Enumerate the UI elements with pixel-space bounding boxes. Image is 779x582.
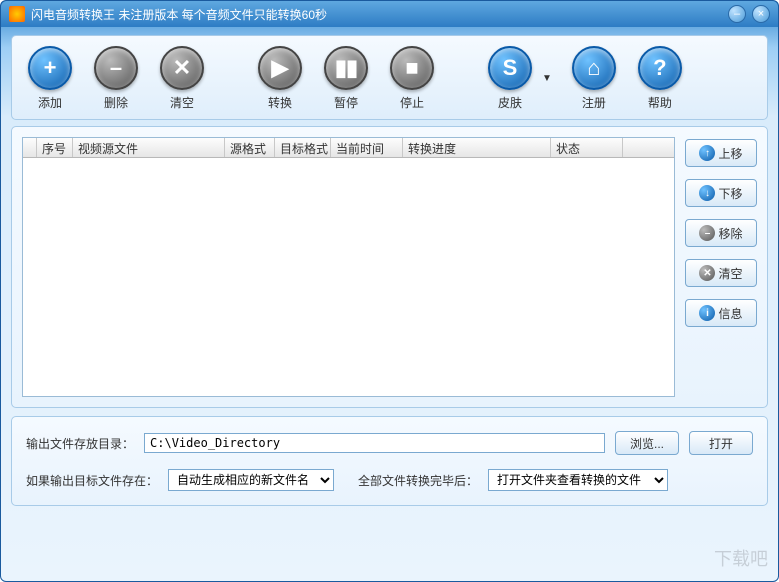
- after-select[interactable]: 打开文件夹查看转换的文件: [488, 469, 668, 491]
- stop-icon: ■: [390, 46, 434, 90]
- col-progress[interactable]: 转换进度: [403, 138, 551, 157]
- titlebar: 闪电音频转换王 未注册版本 每个音频文件只能转换60秒 – ×: [1, 1, 778, 27]
- col-srcfmt[interactable]: 源格式: [225, 138, 275, 157]
- col-status[interactable]: 状态: [551, 138, 623, 157]
- clear-list-button[interactable]: ✕ 清空: [685, 259, 757, 287]
- clear-button[interactable]: ✕ 清空: [158, 46, 206, 111]
- home-icon: ⌂: [572, 46, 616, 90]
- pause-button[interactable]: ▮▮ 暂停: [322, 46, 370, 111]
- window-controls: – ×: [728, 5, 770, 23]
- pause-icon: ▮▮: [324, 46, 368, 90]
- exists-select[interactable]: 自动生成相应的新文件名: [168, 469, 334, 491]
- skin-icon: S: [488, 46, 532, 90]
- add-button[interactable]: + 添加: [26, 46, 74, 111]
- titlebar-text: 闪电音频转换王 未注册版本 每个音频文件只能转换60秒: [31, 6, 327, 23]
- watermark: 下载吧: [714, 545, 768, 571]
- remove-button[interactable]: – 删除: [92, 46, 140, 111]
- browse-button[interactable]: 浏览...: [615, 431, 679, 455]
- stop-button[interactable]: ■ 停止: [388, 46, 436, 111]
- help-icon: ?: [638, 46, 682, 90]
- main-panel: 序号 视频源文件 源格式 目标格式 当前时间 转换进度 状态 ↑ 上移 ↓ 下移…: [11, 126, 768, 408]
- output-dir-label: 输出文件存放目录：: [26, 435, 134, 452]
- plus-icon: +: [28, 46, 72, 90]
- minimize-button[interactable]: –: [728, 5, 746, 23]
- file-table[interactable]: 序号 视频源文件 源格式 目标格式 当前时间 转换进度 状态: [22, 137, 675, 397]
- output-panel: 输出文件存放目录： 浏览... 打开 如果输出目标文件存在： 自动生成相应的新文…: [11, 416, 768, 506]
- side-buttons: ↑ 上移 ↓ 下移 – 移除 ✕ 清空 i 信息: [685, 137, 757, 397]
- x-icon: ✕: [160, 46, 204, 90]
- after-label: 全部文件转换完毕后：: [358, 472, 478, 489]
- close-button[interactable]: ×: [752, 5, 770, 23]
- table-header: 序号 视频源文件 源格式 目标格式 当前时间 转换进度 状态: [23, 138, 674, 158]
- col-blank[interactable]: [23, 138, 37, 157]
- open-button[interactable]: 打开: [689, 431, 753, 455]
- play-icon: ▶: [258, 46, 302, 90]
- info-button[interactable]: i 信息: [685, 299, 757, 327]
- info-icon: i: [699, 305, 715, 321]
- skin-button[interactable]: S 皮肤: [486, 46, 534, 111]
- x-icon: ✕: [699, 265, 715, 281]
- col-time[interactable]: 当前时间: [331, 138, 403, 157]
- remove-item-button[interactable]: – 移除: [685, 219, 757, 247]
- output-dir-row: 输出文件存放目录： 浏览... 打开: [26, 431, 753, 455]
- col-index[interactable]: 序号: [37, 138, 73, 157]
- convert-button[interactable]: ▶ 转换: [256, 46, 304, 111]
- minus-icon: –: [94, 46, 138, 90]
- options-row: 如果输出目标文件存在： 自动生成相应的新文件名 全部文件转换完毕后： 打开文件夹…: [26, 469, 753, 491]
- move-down-button[interactable]: ↓ 下移: [685, 179, 757, 207]
- skin-dropdown-arrow[interactable]: ▼: [542, 73, 552, 84]
- minus-icon: –: [699, 225, 715, 241]
- help-button[interactable]: ? 帮助: [636, 46, 684, 111]
- register-button[interactable]: ⌂ 注册: [570, 46, 618, 111]
- col-tail[interactable]: [623, 138, 674, 157]
- app-icon: [9, 6, 25, 22]
- toolbar: + 添加 – 删除 ✕ 清空 ▶ 转换 ▮▮ 暂停 ■ 停止 S 皮肤 ▼: [11, 35, 768, 120]
- col-source[interactable]: 视频源文件: [73, 138, 225, 157]
- app-window: 闪电音频转换王 未注册版本 每个音频文件只能转换60秒 – × + 添加 – 删…: [0, 0, 779, 582]
- output-dir-input[interactable]: [144, 433, 605, 453]
- arrow-up-icon: ↑: [699, 145, 715, 161]
- arrow-down-icon: ↓: [699, 185, 715, 201]
- col-dstfmt[interactable]: 目标格式: [275, 138, 331, 157]
- move-up-button[interactable]: ↑ 上移: [685, 139, 757, 167]
- exists-label: 如果输出目标文件存在：: [26, 472, 158, 489]
- table-body[interactable]: [23, 158, 674, 396]
